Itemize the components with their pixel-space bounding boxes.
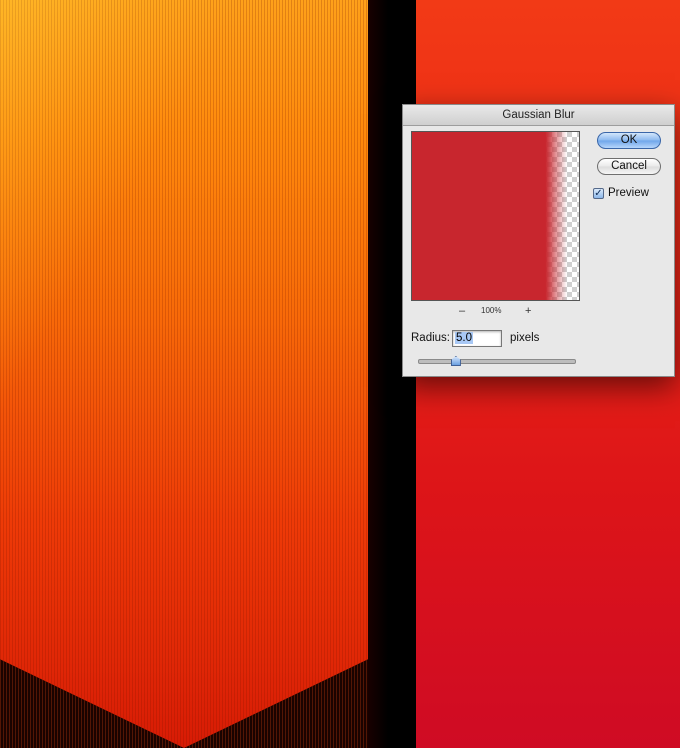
slider-thumb-icon[interactable] [450, 356, 461, 366]
preview-window[interactable] [411, 131, 580, 301]
preview-image [412, 132, 579, 300]
zoom-level: 100% [481, 306, 502, 315]
radius-label: Radius: [411, 332, 450, 344]
check-icon[interactable]: ✓ [593, 188, 604, 199]
zoom-out-button[interactable]: – [459, 305, 465, 317]
preview-label: Preview [608, 187, 649, 199]
canvas-shadow [368, 0, 388, 748]
radius-slider[interactable] [418, 359, 576, 364]
radius-unit-label: pixels [510, 332, 540, 344]
radius-input[interactable]: 5.0 [452, 330, 502, 347]
zoom-in-button[interactable]: + [525, 305, 531, 317]
orange-striped-panel [0, 0, 368, 748]
dialog-title[interactable]: Gaussian Blur [403, 105, 674, 126]
ok-button[interactable]: OK [597, 132, 661, 149]
gaussian-blur-dialog: Gaussian Blur – 100% + OK Cancel ✓ Previ… [402, 104, 675, 377]
radius-value: 5.0 [455, 332, 473, 344]
cancel-button[interactable]: Cancel [597, 158, 661, 175]
